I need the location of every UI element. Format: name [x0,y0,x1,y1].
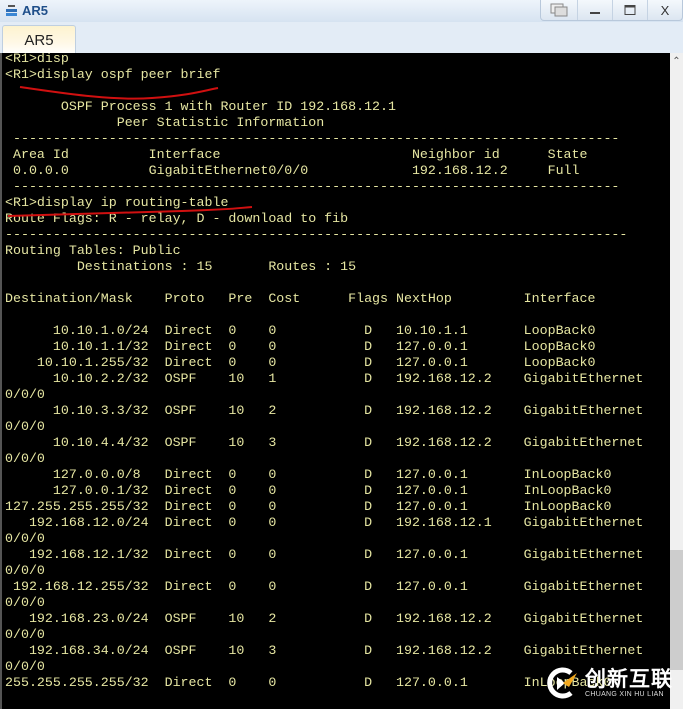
watermark-pinyin-text: CHUANG XIN HU LIAN [585,690,664,698]
terminal-line: 10.10.1.1/32 Direct 0 0 D 127.0.0.1 Loop… [5,339,596,354]
terminal-line: 192.168.12.1/32 Direct 0 0 D 127.0.0.1 G… [5,547,644,562]
terminal-line: 10.10.1.255/32 Direct 0 0 D 127.0.0.1 Lo… [5,355,596,370]
terminal-line: 127.0.0.0/8 Direct 0 0 D 127.0.0.1 InLoo… [5,467,612,482]
terminal-line: 192.168.34.0/24 OSPF 10 3 D 192.168.12.2… [5,643,644,658]
minimize-icon [590,12,600,14]
terminal-line: 10.10.1.0/24 Direct 0 0 D 10.10.1.1 Loop… [5,323,596,338]
terminal-line: ----------------------------------------… [5,227,628,242]
scrollbar-thumb[interactable] [670,550,683,670]
terminal-line: ----------------------------------------… [5,131,620,146]
maximize-icon [624,5,636,15]
terminal-line: 0.0.0.0 GigabitEthernet0/0/0 192.168.12.… [5,163,580,178]
cascade-windows-icon [550,3,568,17]
terminal-line: 0/0/0 [5,563,45,578]
window-controls: X [540,0,683,21]
terminal-line: 10.10.3.3/32 OSPF 10 2 D 192.168.12.2 Gi… [5,403,644,418]
terminal-line: 0/0/0 [5,419,45,434]
watermark: 创新互联 CHUANG XIN HU LIAN [545,660,683,706]
terminal-line: 0/0/0 [5,387,45,402]
maximize-button[interactable] [612,0,647,20]
terminal-output: <R1>disp <R1>display ospf peer brief OSPF… [5,53,643,691]
terminal-line: ----------------------------------------… [5,179,620,194]
terminal-line: 0/0/0 [5,595,45,610]
watermark-chinese-text: 创新互联 [585,667,673,691]
terminal-line: Destinations : 15 Routes : 15 [5,259,357,274]
scroll-up-arrow-icon[interactable]: ⌃ [670,55,683,69]
terminal-line: 127.255.255.255/32 Direct 0 0 D 127.0.0.… [5,499,612,514]
terminal-line: 10.10.4.4/32 OSPF 10 3 D 192.168.12.2 Gi… [5,435,644,450]
router-app-icon [6,5,17,16]
close-button[interactable]: X [647,0,682,20]
tab-label: AR5 [24,31,54,49]
tab-ar5[interactable]: AR5 [2,25,76,54]
terminal-line: 192.168.23.0/24 OSPF 10 2 D 192.168.12.2… [5,611,644,626]
terminal-line: 127.0.0.1/32 Direct 0 0 D 127.0.0.1 InLo… [5,483,612,498]
terminal-line: 0/0/0 [5,627,45,642]
terminal-line: 0/0/0 [5,531,45,546]
terminal-line: <R1>display ospf peer brief [5,67,221,82]
terminal-line: <R1>disp [5,53,69,66]
window-title: AR5 [22,3,49,18]
window-titlebar: AR5 X [0,0,683,22]
terminal-line: 192.168.12.0/24 Direct 0 0 D 192.168.12.… [5,515,644,530]
terminal-line: Routing Tables: Public [5,243,181,258]
terminal-line: OSPF Process 1 with Router ID 192.168.12… [5,99,396,114]
watermark-logo-icon [547,667,577,699]
terminal-line: 10.10.2.2/32 OSPF 10 1 D 192.168.12.2 Gi… [5,371,644,386]
terminal-line: 192.168.12.255/32 Direct 0 0 D 127.0.0.1… [5,579,644,594]
terminal-console[interactable]: <R1>disp <R1>display ospf peer brief OSPF… [0,53,670,709]
terminal-line: 0/0/0 [5,451,45,466]
terminal-line: Destination/Mask Proto Pre Cost Flags Ne… [5,291,596,306]
terminal-line: Route Flags: R - relay, D - download to … [5,211,349,226]
terminal-line: Area Id Interface Neighbor id State [5,147,588,162]
close-icon: X [660,2,670,18]
terminal-line: Peer Statistic Information [5,115,325,130]
vertical-scrollbar[interactable]: ⌃ [670,53,683,709]
restore-windows-button[interactable] [541,0,577,20]
tab-bar: AR5 [0,22,683,54]
minimize-button[interactable] [577,0,612,20]
terminal-line: <R1>display ip routing-table [5,195,229,210]
